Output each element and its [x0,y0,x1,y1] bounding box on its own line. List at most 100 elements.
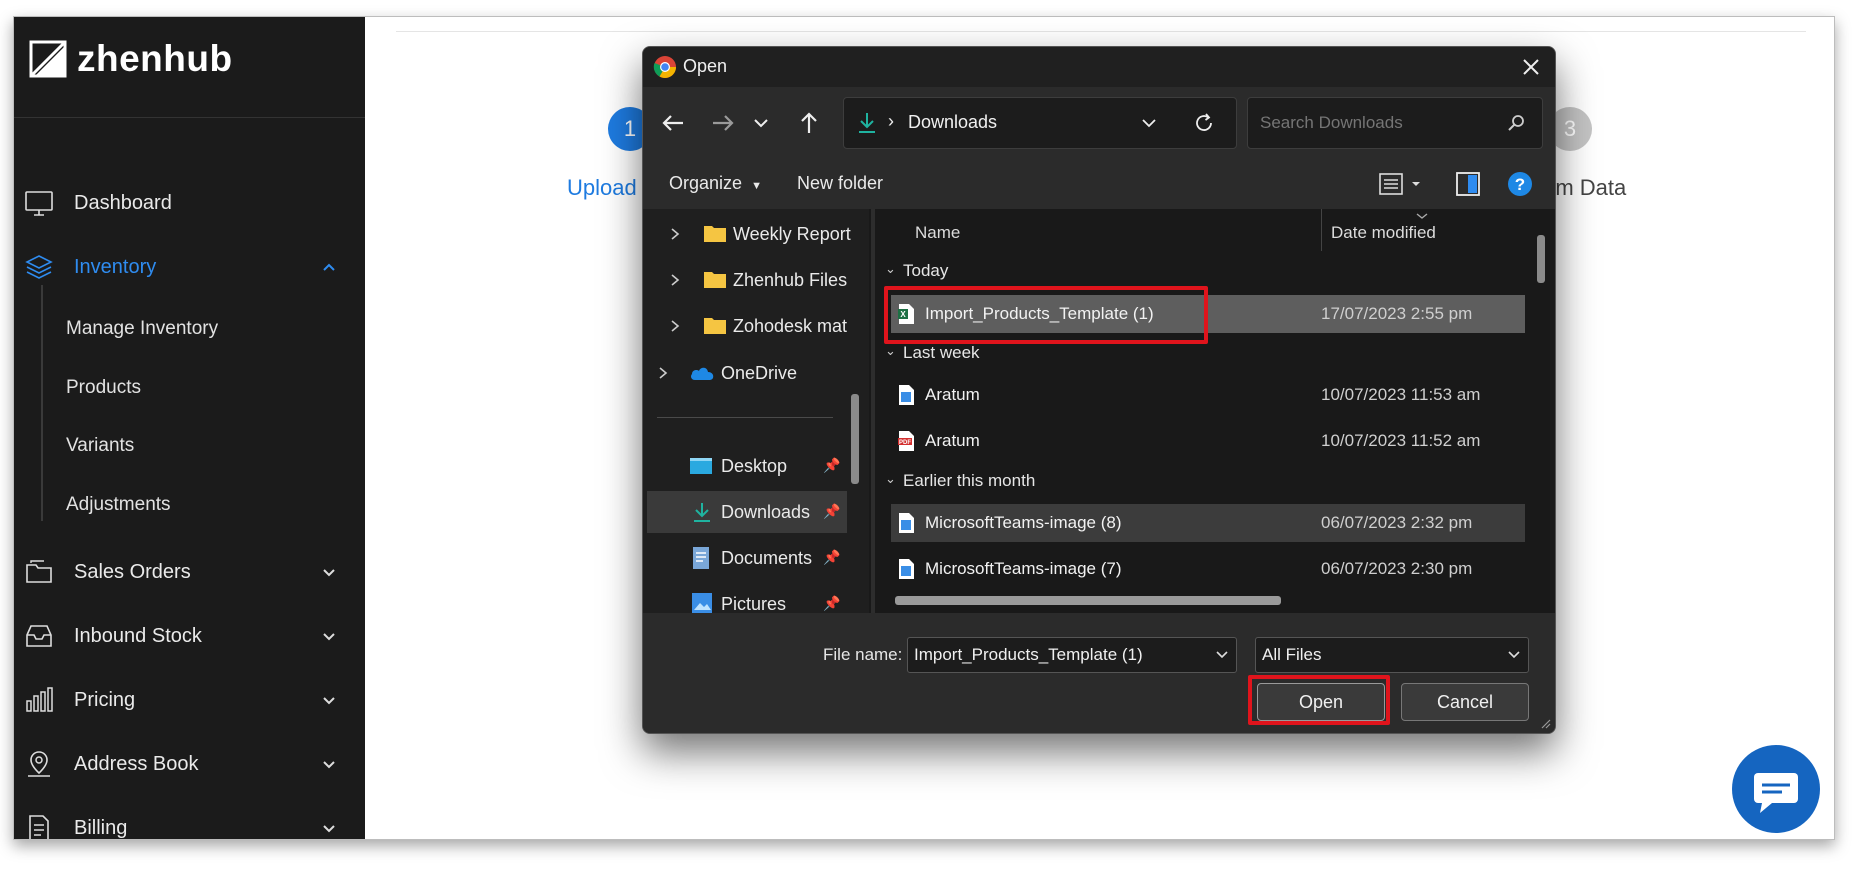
chevron-up-icon [323,263,335,271]
tree-item-desktop[interactable]: Desktop 📌 [643,445,861,487]
chat-bubble-icon [1754,773,1798,813]
sidebar-item-sales-orders[interactable]: Sales Orders [14,552,365,592]
file-row[interactable]: MicrosoftTeams-image (7) 06/07/2023 2:30… [891,550,1525,588]
file-date: 06/07/2023 2:30 pm [1321,559,1473,578]
sidebar-item-billing[interactable]: Billing [14,808,365,839]
back-arrow-icon[interactable] [655,105,691,141]
pin-icon: 📌 [823,549,841,565]
file-name: Import_Products_Template (1) [925,304,1154,323]
folder-icon [26,560,52,583]
sidebar-item-inventory[interactable]: Inventory [14,247,365,287]
address-location[interactable]: Downloads [908,112,997,133]
chevron-down-icon: ⌄ [885,343,896,358]
view-options-icon[interactable] [1378,171,1424,197]
column-header-name[interactable]: Name [915,223,960,243]
sidebar-subitem-variants[interactable]: Variants [66,435,134,457]
monitor-icon [25,191,53,216]
desktop-icon [690,458,712,474]
submenu-guide-line [41,285,43,521]
tree-item-documents[interactable]: Documents 📌 [643,537,861,579]
file-date: 06/07/2023 2:32 pm [1321,513,1473,532]
sidebar-item-label: Pricing [74,688,136,711]
chevron-right-icon[interactable] [669,319,681,333]
resize-grip-icon[interactable] [1539,717,1551,729]
chevron-right-icon[interactable] [669,227,681,241]
file-name: MicrosoftTeams-image (8) [925,513,1122,532]
layers-icon [25,255,53,279]
preview-pane-icon[interactable] [1455,171,1481,197]
new-folder-button[interactable]: New folder [797,173,883,194]
file-name-input[interactable]: Import_Products_Template (1) [907,637,1237,673]
inbox-icon [26,625,52,647]
documents-icon [693,547,709,569]
open-button[interactable]: Open [1257,683,1385,721]
image-file-icon [899,385,914,405]
search-icon[interactable] [1506,113,1526,133]
chevron-right-icon[interactable] [669,273,681,287]
sidebar-item-inbound-stock[interactable]: Inbound Stock [14,616,365,656]
pin-icon: 📌 [823,595,841,611]
chevron-right-icon[interactable] [657,366,669,380]
chevron-down-icon[interactable] [1214,647,1230,663]
image-file-icon [899,513,914,533]
file-name: MicrosoftTeams-image (7) [925,559,1122,578]
tree-item-weekly-report[interactable]: Weekly Report [643,213,861,255]
command-bar: Organize ▼ New folder ? [643,159,1555,209]
organize-button[interactable]: Organize ▼ [669,173,762,194]
tree-item-zhenhub-files[interactable]: Zhenhub Files [643,259,861,301]
cancel-button[interactable]: Cancel [1401,683,1529,721]
up-arrow-icon[interactable] [791,105,827,141]
tree-item-label: Documents [721,548,813,568]
chevron-down-icon[interactable] [1506,647,1522,663]
search-box[interactable] [1247,97,1543,149]
sidebar-subitem-products[interactable]: Products [66,377,141,399]
file-type-select[interactable]: All Files [1255,637,1529,673]
help-icon[interactable]: ? [1507,171,1533,197]
file-row[interactable]: Aratum 10/07/2023 11:53 am [891,376,1525,414]
chevron-down-icon [323,825,335,833]
pin-icon: 📌 [823,457,841,473]
chevron-down-icon [323,569,335,577]
dialog-body: Weekly Report Zhenhub Files Zohodesk mat… [643,209,1555,614]
file-list: Name Date modified ⌄ Today X Import_Prod… [875,209,1555,613]
brand-logo[interactable]: zhenhub [29,37,233,81]
column-separator[interactable] [1321,209,1322,251]
column-header-date[interactable]: Date modified [1331,223,1436,243]
folder-icon [704,318,726,334]
close-icon[interactable] [1517,53,1545,81]
caret-down-icon: ▼ [751,180,762,192]
forward-arrow-icon[interactable] [705,105,741,141]
refresh-icon[interactable] [1192,111,1216,135]
address-bar[interactable]: › Downloads [843,97,1237,149]
file-row[interactable]: PDF Aratum 10/07/2023 11:52 am [891,422,1525,460]
file-list-horizontal-scrollbar[interactable] [895,596,1281,605]
tree-item-zohodesk[interactable]: Zohodesk mat [643,305,861,347]
sidebar-item-dashboard[interactable]: Dashboard [14,183,365,223]
image-file-icon [899,559,914,579]
step-1-label: Upload [567,175,637,200]
dialog-footer: File name: Import_Products_Template (1) … [643,613,1555,733]
file-row[interactable]: MicrosoftTeams-image (8) 06/07/2023 2:32… [891,504,1525,542]
chevron-down-icon: ⌄ [885,261,896,276]
address-separator: › [888,111,894,131]
chevron-down-icon[interactable] [1140,114,1158,132]
header-divider [396,31,1806,32]
folder-icon [704,226,726,242]
chat-button[interactable] [1732,745,1820,833]
dialog-titlebar: Open [643,47,1555,87]
open-file-dialog: Open › Downloads Search Downloads Organi… [642,46,1556,734]
tree-item-downloads[interactable]: Downloads 📌 [647,491,847,533]
sidebar-item-address-book[interactable]: Address Book [14,744,365,784]
sidebar-item-pricing[interactable]: Pricing [14,680,365,720]
sidebar-subitem-manage-inventory[interactable]: Manage Inventory [66,318,218,340]
file-name-value: Import_Products_Template (1) [914,645,1143,664]
tree-item-onedrive[interactable]: OneDrive [643,352,861,394]
file-row[interactable]: X Import_Products_Template (1) 17/07/202… [891,295,1525,333]
recent-locations-chevron-icon[interactable] [751,105,771,141]
file-list-vertical-scrollbar[interactable] [1537,235,1545,283]
navigation-scrollbar[interactable] [851,394,859,484]
search-input[interactable] [1258,112,1502,134]
pictures-icon [692,593,712,613]
sidebar-item-label: Billing [74,816,128,839]
sidebar-subitem-adjustments[interactable]: Adjustments [66,494,171,516]
